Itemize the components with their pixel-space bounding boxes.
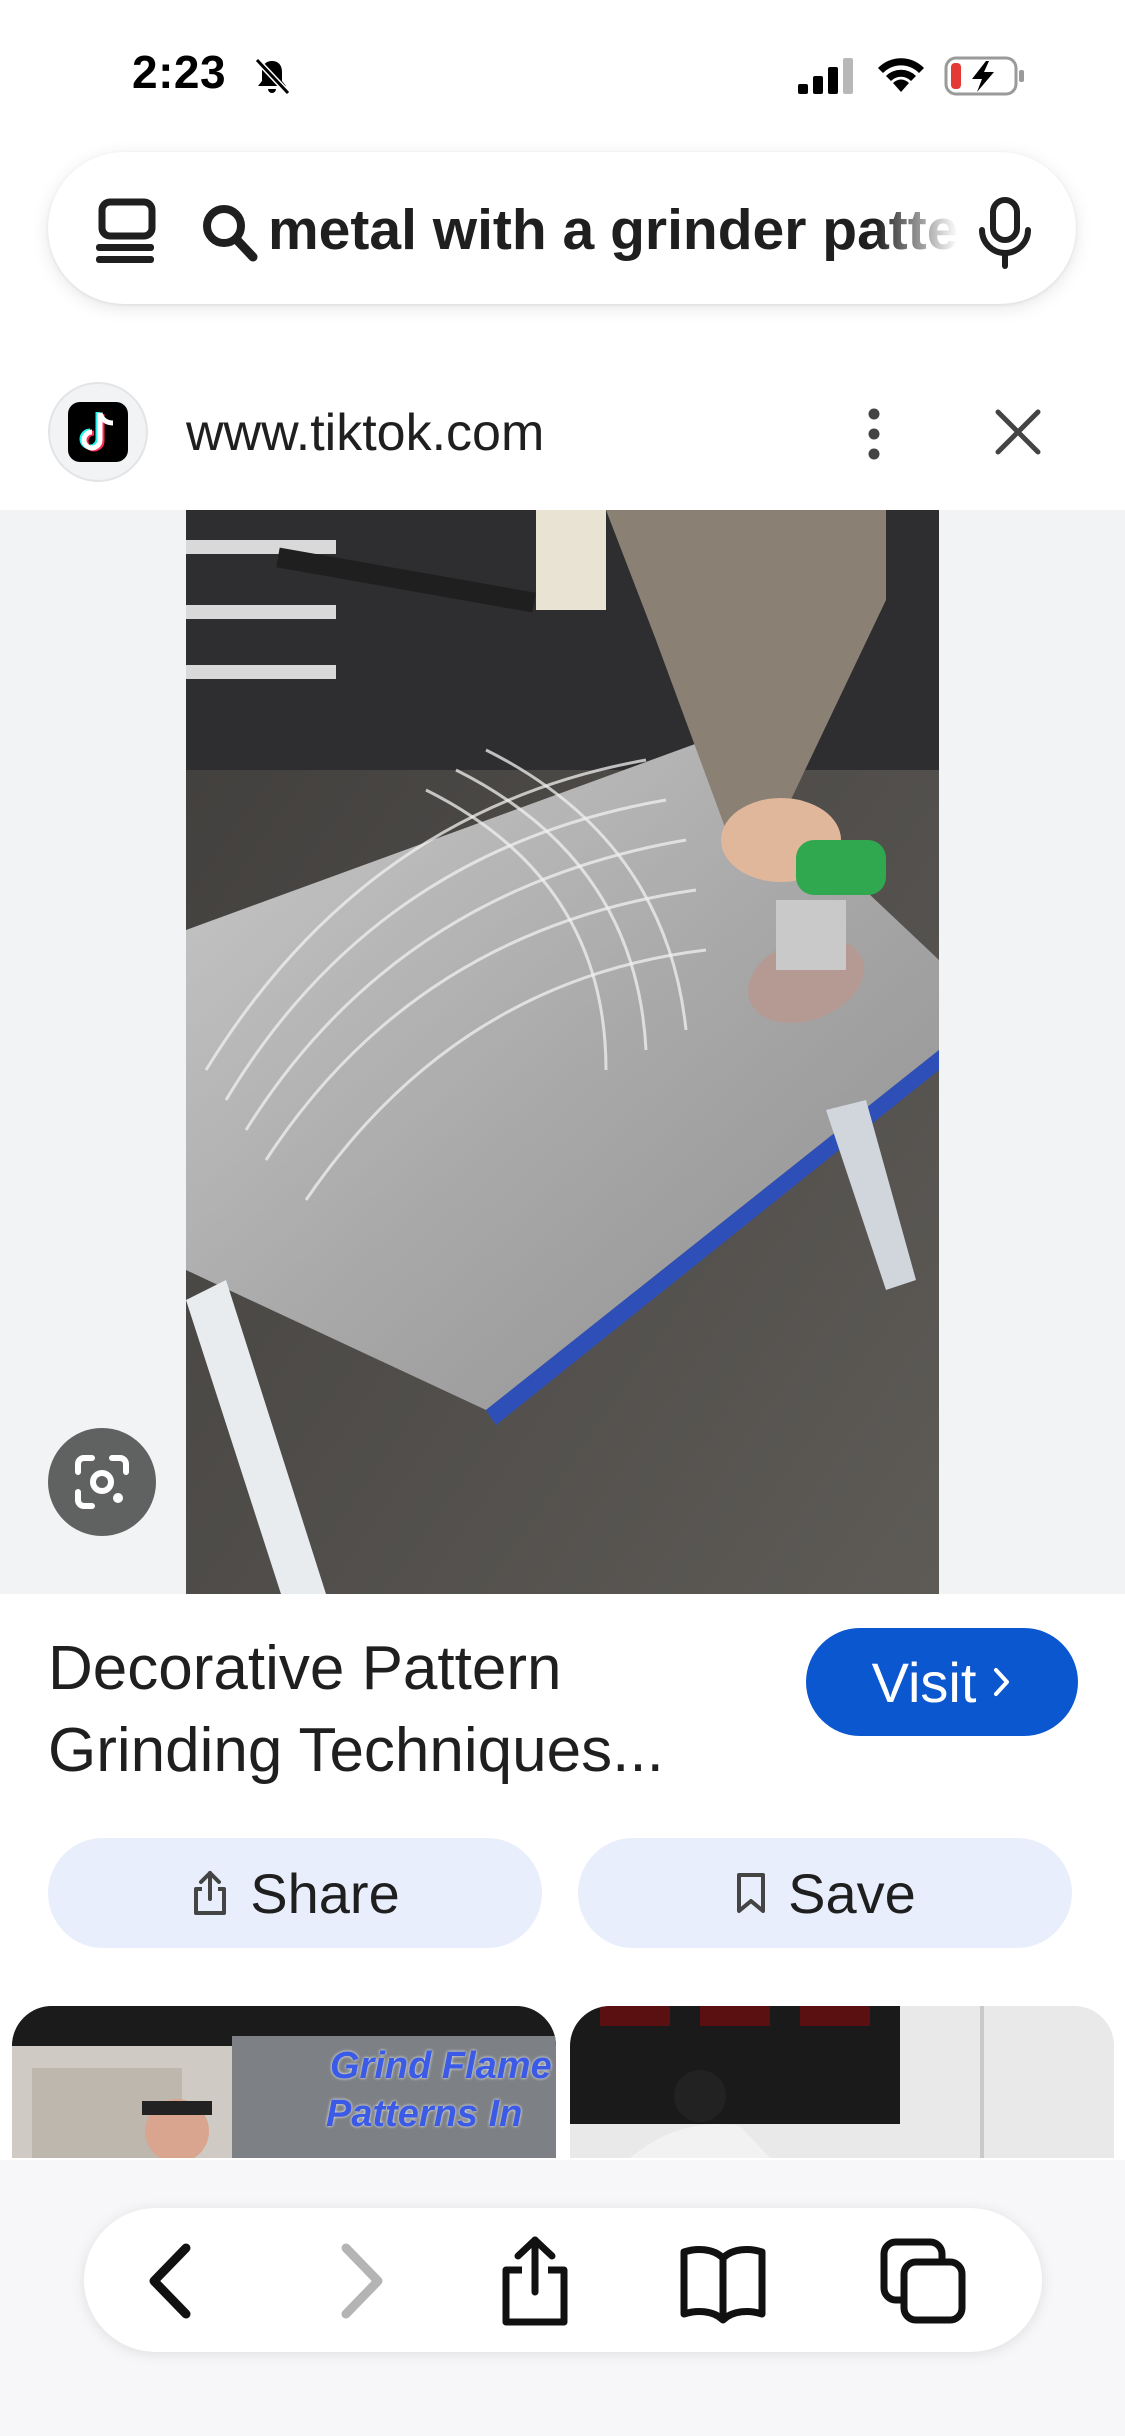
share-icon (194, 1871, 227, 1915)
thumbnail-overlay-text-1: Grind Flame (330, 2045, 552, 2087)
save-label: Save (788, 1861, 916, 1925)
forward-icon[interactable] (316, 2236, 402, 2326)
status-time: 2:23 (132, 46, 227, 98)
search-input[interactable]: metal with a grinder patterns (268, 194, 958, 266)
more-options-icon[interactable] (856, 404, 892, 464)
google-lens-button[interactable] (48, 1428, 156, 1536)
microphone-icon[interactable] (976, 196, 1034, 270)
result-preview-image[interactable] (186, 510, 939, 1594)
visit-button-label: Visit (871, 1650, 977, 1714)
wifi-icon (878, 58, 924, 92)
thumbnail-overlay-text-2: Patterns In (326, 2093, 523, 2135)
signal-icon (798, 58, 853, 94)
chevron-right-icon (994, 1668, 1010, 1696)
share-page-icon[interactable] (492, 2236, 578, 2326)
site-domain[interactable]: www.tiktok.com (186, 398, 544, 468)
related-image-thumbnail[interactable] (570, 2006, 1114, 2158)
back-icon[interactable] (130, 2236, 216, 2326)
search-icon (203, 205, 258, 262)
close-icon[interactable] (990, 404, 1046, 460)
related-image-thumbnail[interactable]: Grind Flame Patterns In (12, 2006, 556, 2158)
bell-off-icon (254, 57, 291, 96)
bookmarks-icon[interactable] (680, 2236, 766, 2326)
tabs-overview-icon[interactable] (880, 2236, 966, 2326)
tiktok-logo-icon (48, 382, 148, 482)
result-title[interactable]: Decorative Pattern Grinding Techniques..… (48, 1628, 768, 1792)
save-button[interactable]: Save (578, 1838, 1072, 1948)
bookmark-icon (737, 1873, 766, 1913)
share-label: Share (250, 1861, 400, 1925)
lens-icon (75, 1455, 129, 1509)
battery-charging-icon (944, 56, 1024, 96)
share-button[interactable]: Share (48, 1838, 542, 1948)
tabs-icon[interactable] (92, 196, 158, 266)
visit-button[interactable]: Visit (806, 1628, 1078, 1736)
